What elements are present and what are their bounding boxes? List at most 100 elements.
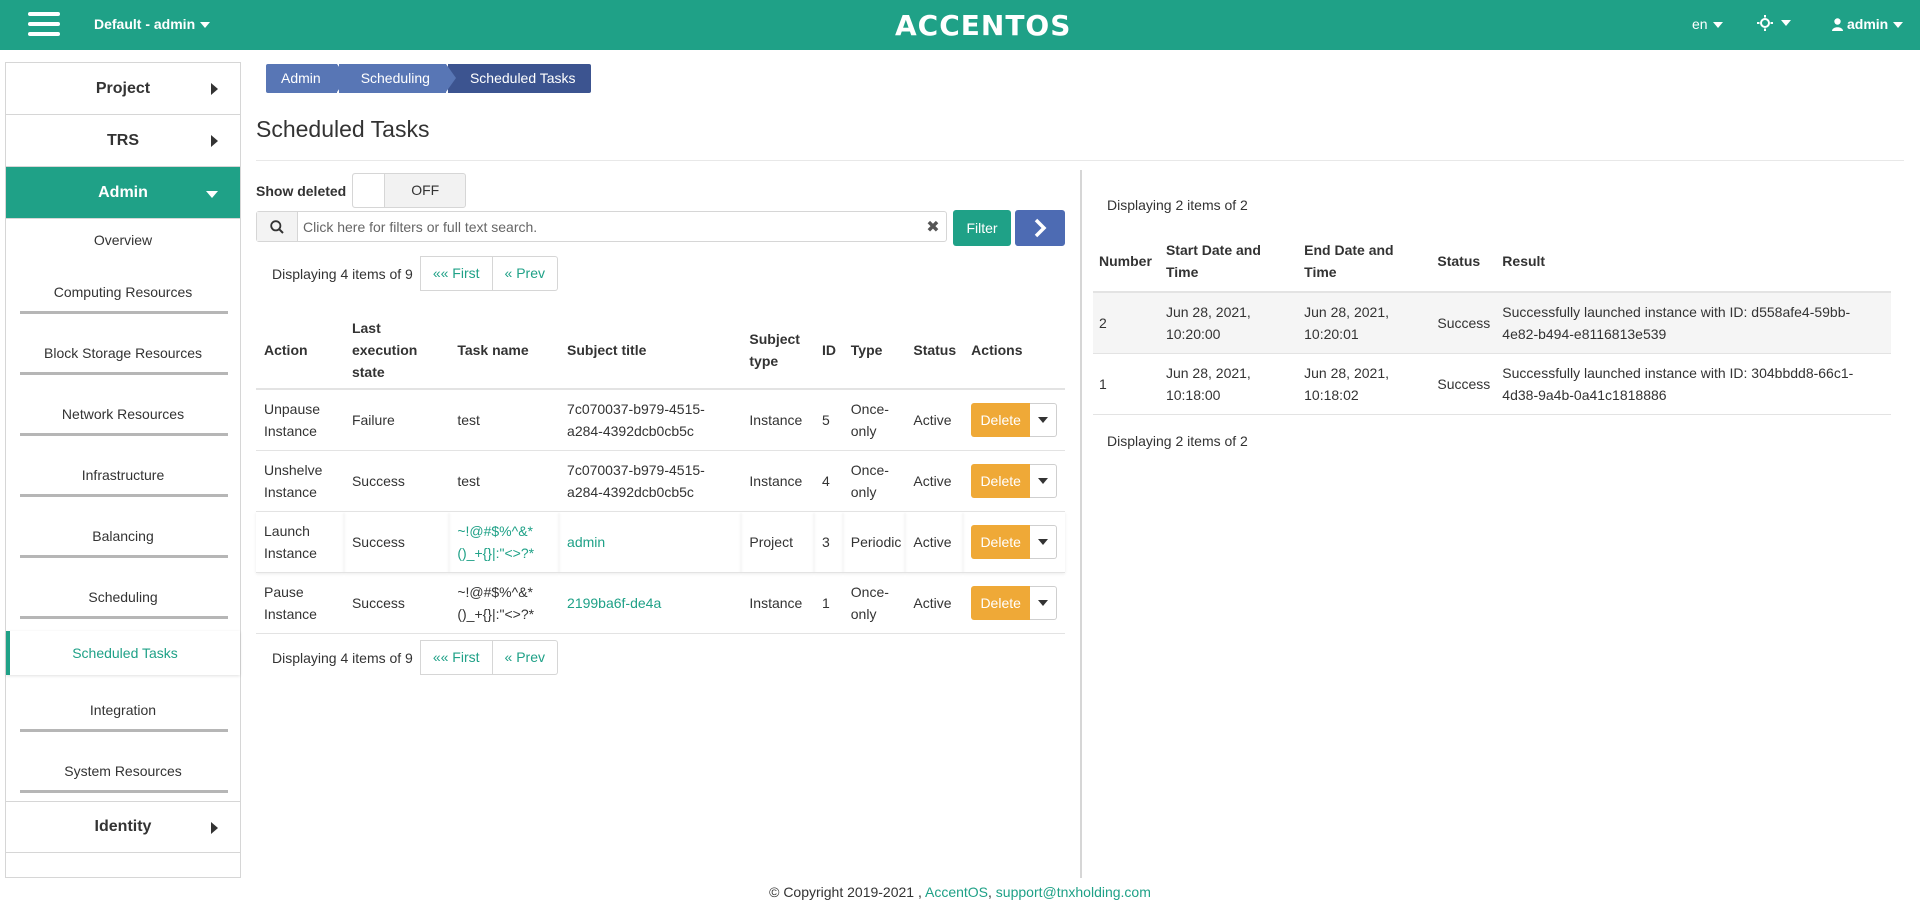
cell-result: Successfully launched instance with ID: …: [1496, 292, 1891, 354]
next-page-button[interactable]: [1015, 210, 1065, 246]
column-header[interactable]: Action: [256, 311, 344, 390]
show-deleted-toggle[interactable]: OFF: [352, 173, 467, 208]
table-header-row: Number Start Date and Time End Date and …: [1093, 230, 1891, 293]
cell-subject-title-link[interactable]: 2199ba6f-de4a: [559, 572, 742, 634]
toggle-state: OFF: [411, 182, 440, 198]
column-header[interactable]: Status: [1431, 230, 1497, 293]
cell-type: Once-only: [842, 389, 906, 451]
sidebar-item-identity[interactable]: Identity: [6, 801, 240, 853]
column-header[interactable]: Number: [1093, 230, 1160, 293]
chevron-down-icon: [206, 191, 218, 198]
sidebar-sub-system-resources[interactable]: System Resources: [6, 740, 240, 801]
column-header[interactable]: Last execution state: [343, 311, 450, 390]
company-link[interactable]: AccentOS: [925, 884, 988, 900]
footer: © Copyright 2019-2021 , AccentOS, suppor…: [0, 884, 1920, 900]
table-row[interactable]: Launch Instance Success ~!@#$%^&*()_+{}|…: [256, 511, 1065, 573]
actions-dropdown-button[interactable]: [1030, 524, 1058, 559]
prev-page-button[interactable]: « Prev: [492, 256, 558, 291]
breadcrumb-scheduling[interactable]: Scheduling: [338, 64, 457, 93]
chevron-right-icon: [211, 83, 218, 95]
chevron-right-icon: [211, 822, 218, 834]
sidebar-sub-block-storage-resources[interactable]: Block Storage Resources: [6, 322, 240, 383]
sidebar-sub-network-resources[interactable]: Network Resources: [6, 383, 240, 444]
cell-last-state: Success: [343, 572, 450, 634]
sun-icon: [1757, 15, 1773, 32]
delete-button[interactable]: Delete: [971, 524, 1031, 559]
cell-task-name-link[interactable]: ~!@#$%^&*()_+{}|:"<>?*: [449, 511, 560, 573]
support-email-link[interactable]: support@tnxholding.com: [996, 884, 1151, 900]
actions-dropdown-button[interactable]: [1030, 463, 1058, 498]
cell-subject-title: 7c070037-b979-4515-a284-4392dcb0cb5c: [559, 450, 742, 512]
column-header[interactable]: Subject title: [559, 311, 742, 390]
filter-button[interactable]: Filter: [953, 210, 1011, 246]
cell-subject-type: Instance: [741, 572, 814, 634]
breadcrumb-admin[interactable]: Admin: [266, 64, 347, 93]
footer-separator: ,: [988, 884, 992, 900]
delete-button[interactable]: Delete: [971, 402, 1031, 437]
results-count-top: Displaying 2 items of 2: [1107, 197, 1248, 213]
column-header[interactable]: ID: [813, 311, 843, 390]
sidebar-item-label: Admin: [98, 183, 148, 201]
actions-dropdown-button[interactable]: [1030, 402, 1058, 437]
execution-results-table: Number Start Date and Time End Date and …: [1093, 230, 1891, 415]
user-menu[interactable]: admin: [1832, 16, 1904, 32]
theme-selector[interactable]: [1757, 14, 1791, 32]
search-icon: [257, 212, 298, 241]
panel-divider[interactable]: [1080, 170, 1082, 878]
cell-actions: Delete: [963, 389, 1065, 451]
chevron-right-icon: [211, 135, 218, 147]
user-name: admin: [1847, 16, 1889, 32]
cell-action: Pause Instance: [256, 572, 344, 634]
cell-actions: Delete: [963, 450, 1065, 512]
project-switcher[interactable]: Default - admin: [94, 16, 211, 32]
delete-button[interactable]: Delete: [971, 585, 1031, 620]
cell-subject-title-link[interactable]: admin: [559, 511, 742, 573]
first-page-button[interactable]: «« First: [419, 640, 493, 675]
sidebar-sub-infrastructure[interactable]: Infrastructure: [6, 444, 240, 505]
column-header[interactable]: Status: [905, 311, 964, 390]
column-header[interactable]: End Date and Time: [1298, 230, 1432, 293]
cell-task-name: test: [449, 389, 560, 451]
column-header[interactable]: Type: [842, 311, 906, 390]
sidebar-sub-computing-resources[interactable]: Computing Resources: [6, 261, 240, 322]
table-header-row: Action Last execution state Task name Su…: [256, 311, 1065, 390]
cell-end: Jun 28, 2021, 10:18:02: [1298, 353, 1432, 415]
sidebar-item-trs[interactable]: TRS: [6, 115, 240, 167]
sidebar-item-admin[interactable]: Admin: [6, 167, 240, 219]
cell-type: Periodic: [842, 511, 906, 573]
sidebar-item-project[interactable]: Project: [6, 63, 240, 115]
cell-id: 1: [813, 572, 843, 634]
delete-button[interactable]: Delete: [971, 463, 1031, 498]
actions-dropdown-button[interactable]: [1030, 585, 1058, 620]
cell-number: 1: [1093, 353, 1160, 415]
breadcrumb: Admin Scheduling Scheduled Tasks: [266, 64, 593, 93]
first-page-button[interactable]: «« First: [419, 256, 493, 291]
search-input[interactable]: [298, 212, 920, 241]
language-label: en: [1692, 16, 1708, 32]
sidebar-sub-integration[interactable]: Integration: [6, 679, 240, 740]
cell-last-state: Success: [343, 511, 450, 573]
project-switcher-label: Default - admin: [94, 16, 196, 32]
column-header[interactable]: Subject type: [741, 311, 814, 390]
cell-subject-type: Instance: [741, 450, 814, 512]
sidebar-sub-scheduled-tasks[interactable]: Scheduled Tasks: [6, 631, 240, 675]
sidebar-sub-scheduling[interactable]: Scheduling: [6, 566, 240, 627]
column-header[interactable]: Start Date and Time: [1159, 230, 1299, 293]
divider: [256, 160, 1904, 161]
cell-id: 4: [813, 450, 843, 512]
chevron-down-icon: [1893, 22, 1904, 29]
column-header[interactable]: Result: [1496, 230, 1891, 293]
sidebar-sub-balancing[interactable]: Balancing: [6, 505, 240, 566]
table-row: Unpause Instance Failure test 7c070037-b…: [256, 389, 1065, 451]
prev-page-button[interactable]: « Prev: [492, 640, 558, 675]
cell-action: Launch Instance: [256, 511, 344, 573]
menu-toggle-icon[interactable]: [28, 12, 60, 38]
show-deleted-label: Show deleted: [256, 182, 347, 199]
chevron-down-icon: [1038, 477, 1049, 484]
column-header[interactable]: Task name: [449, 311, 560, 390]
sidebar-item-label: Identity: [94, 818, 152, 835]
cell-last-state: Success: [343, 450, 450, 512]
clear-search-icon[interactable]: ✖: [920, 212, 946, 241]
language-selector[interactable]: en: [1692, 16, 1723, 32]
sidebar-sub-overview[interactable]: Overview: [6, 219, 240, 261]
